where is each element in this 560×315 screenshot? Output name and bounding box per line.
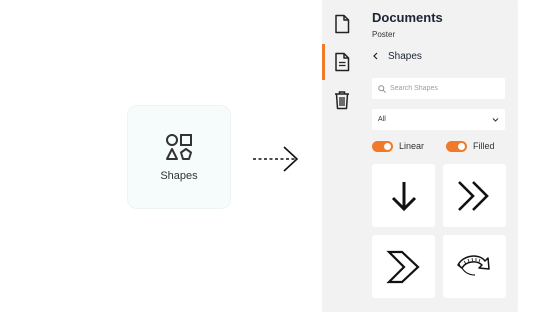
shape-tile-arrow-down[interactable] xyxy=(372,164,435,227)
filled-toggle[interactable] xyxy=(446,140,467,152)
document-text-icon xyxy=(335,52,350,72)
shapes-icon xyxy=(166,134,192,160)
back-label: Shapes xyxy=(388,50,422,62)
linear-toggle-row: Linear xyxy=(372,139,424,153)
shape-tile-double-chevron[interactable] xyxy=(443,164,506,227)
sidebar-rail xyxy=(322,0,362,312)
chevron-left-icon xyxy=(373,52,378,60)
panel-subtitle: Poster xyxy=(372,30,396,39)
back-to-shapes[interactable]: Shapes xyxy=(372,49,422,63)
filter-select[interactable]: All xyxy=(372,109,505,130)
shape-tile-chevron-outline[interactable] xyxy=(372,235,435,298)
search-box xyxy=(372,78,505,99)
shapes-card[interactable]: Shapes xyxy=(127,105,231,209)
sidebar-item-document-details[interactable] xyxy=(322,44,362,80)
filter-value: All xyxy=(378,116,386,123)
panel-content: Documents Poster Shapes All Linear xyxy=(362,0,518,312)
curved-arrow-icon xyxy=(456,254,490,276)
documents-panel: Documents Poster Shapes All Linear xyxy=(322,0,518,312)
double-chevron-right-icon xyxy=(457,180,489,211)
sidebar-item-trash[interactable] xyxy=(322,82,362,118)
search-icon xyxy=(378,84,386,93)
chevron-down-icon xyxy=(492,118,499,122)
dashed-arrow-icon xyxy=(253,146,299,172)
chevron-right-outline-icon xyxy=(385,250,420,283)
arrow-down-icon xyxy=(391,181,416,211)
search-input[interactable] xyxy=(390,85,500,92)
panel-title: Documents xyxy=(372,10,443,25)
shapes-card-label: Shapes xyxy=(160,170,198,182)
document-icon xyxy=(335,14,350,34)
filled-toggle-row: Filled xyxy=(446,139,495,153)
trash-icon xyxy=(335,91,349,110)
linear-toggle[interactable] xyxy=(372,140,393,152)
linear-toggle-label: Linear xyxy=(399,141,425,151)
sidebar-item-document[interactable] xyxy=(322,6,362,42)
filled-toggle-label: Filled xyxy=(473,141,495,151)
shape-tile-curved-arrow[interactable] xyxy=(443,235,506,298)
